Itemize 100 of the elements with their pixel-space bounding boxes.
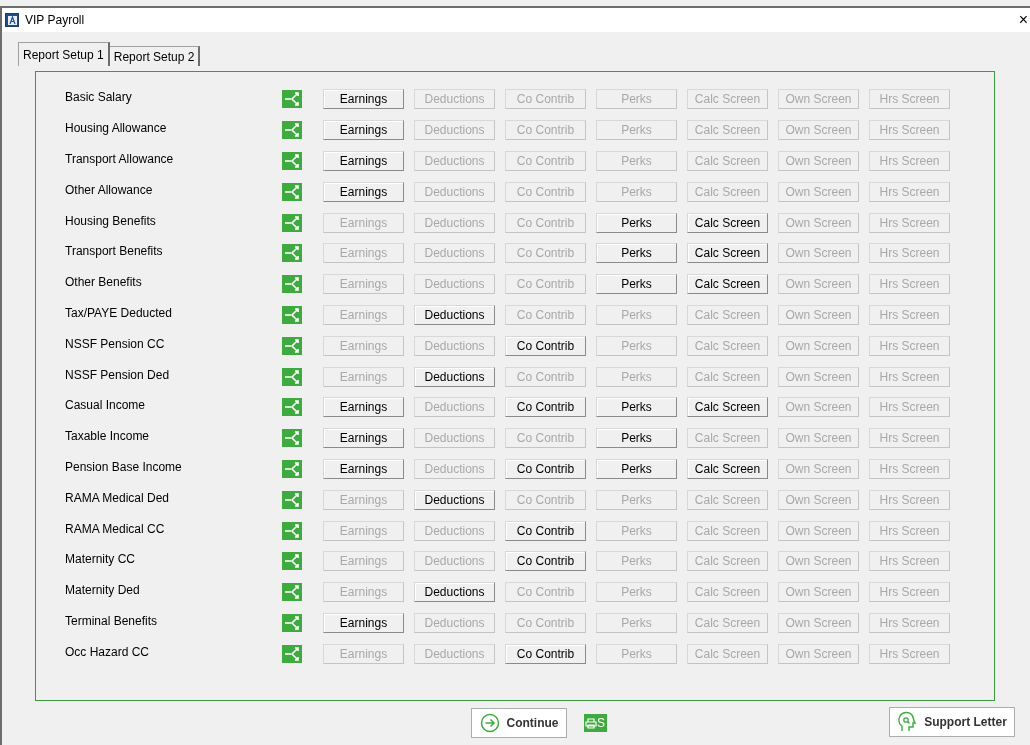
category-button[interactable]: Perks: [596, 520, 677, 541]
category-button[interactable]: Calc Screen: [687, 243, 768, 264]
category-button[interactable]: Earnings: [323, 151, 404, 171]
link-icon[interactable]: [282, 275, 302, 294]
category-button[interactable]: Deductions: [414, 397, 495, 418]
category-button[interactable]: Own Screen: [778, 181, 859, 202]
category-button[interactable]: Own Screen: [778, 89, 859, 110]
category-button[interactable]: Hrs Screen: [869, 366, 950, 387]
category-button[interactable]: Hrs Screen: [869, 212, 950, 233]
category-button[interactable]: Calc Screen: [687, 89, 768, 110]
category-button[interactable]: Hrs Screen: [869, 243, 950, 264]
category-button[interactable]: Perks: [596, 243, 677, 264]
tab[interactable]: Report Setup 1: [18, 42, 110, 66]
category-button[interactable]: Earnings: [323, 397, 404, 418]
category-button[interactable]: Perks: [596, 212, 677, 233]
link-icon[interactable]: [282, 305, 302, 324]
category-button[interactable]: Co Contrib: [505, 181, 586, 202]
category-button[interactable]: Own Screen: [778, 335, 859, 356]
category-button[interactable]: Deductions: [414, 181, 495, 202]
category-button[interactable]: Own Screen: [778, 274, 859, 295]
category-button[interactable]: Own Screen: [778, 304, 859, 325]
link-icon[interactable]: [282, 583, 302, 602]
category-button[interactable]: Earnings: [323, 181, 404, 202]
category-button[interactable]: Co Contrib: [505, 428, 586, 449]
category-button[interactable]: Perks: [596, 151, 677, 171]
category-button[interactable]: Deductions: [414, 643, 495, 664]
category-button[interactable]: Deductions: [414, 612, 495, 633]
category-button[interactable]: Perks: [596, 304, 677, 325]
category-button[interactable]: Calc Screen: [687, 151, 768, 171]
category-button[interactable]: Hrs Screen: [869, 151, 950, 171]
category-button[interactable]: Perks: [596, 643, 677, 664]
category-button[interactable]: Perks: [596, 366, 677, 387]
category-button[interactable]: Co Contrib: [505, 582, 586, 603]
category-button[interactable]: Deductions: [414, 458, 495, 479]
link-icon[interactable]: [282, 644, 302, 663]
category-button[interactable]: Co Contrib: [505, 366, 586, 387]
category-button[interactable]: Deductions: [414, 551, 495, 572]
print-button[interactable]: S: [584, 714, 607, 732]
category-button[interactable]: Hrs Screen: [869, 520, 950, 541]
category-button[interactable]: Deductions: [414, 274, 495, 295]
support-letter-button[interactable]: Support Letter: [889, 706, 1015, 737]
category-button[interactable]: Hrs Screen: [869, 181, 950, 202]
category-button[interactable]: Earnings: [323, 89, 404, 110]
category-button[interactable]: Calc Screen: [687, 428, 768, 449]
category-button[interactable]: Own Screen: [778, 428, 859, 449]
category-button[interactable]: Deductions: [414, 428, 495, 449]
link-icon[interactable]: [282, 490, 302, 509]
link-icon[interactable]: [282, 244, 302, 263]
link-icon[interactable]: [282, 182, 302, 201]
category-button[interactable]: Calc Screen: [687, 304, 768, 325]
category-button[interactable]: Co Contrib: [505, 489, 586, 510]
category-button[interactable]: Earnings: [323, 212, 404, 233]
category-button[interactable]: Co Contrib: [505, 304, 586, 325]
link-icon[interactable]: [282, 152, 302, 170]
category-button[interactable]: Co Contrib: [505, 551, 586, 572]
link-icon[interactable]: [282, 552, 302, 571]
link-icon[interactable]: [282, 429, 302, 448]
category-button[interactable]: Deductions: [414, 304, 495, 325]
category-button[interactable]: Own Screen: [778, 582, 859, 603]
category-button[interactable]: Calc Screen: [687, 582, 768, 603]
category-button[interactable]: Perks: [596, 428, 677, 449]
category-button[interactable]: Hrs Screen: [869, 304, 950, 325]
link-icon[interactable]: [282, 521, 302, 540]
category-button[interactable]: Perks: [596, 582, 677, 603]
category-button[interactable]: Co Contrib: [505, 458, 586, 479]
category-button[interactable]: Deductions: [414, 335, 495, 356]
category-button[interactable]: Earnings: [323, 520, 404, 541]
category-button[interactable]: Deductions: [414, 520, 495, 541]
category-button[interactable]: Deductions: [414, 212, 495, 233]
link-icon[interactable]: [282, 213, 302, 232]
category-button[interactable]: Earnings: [323, 243, 404, 264]
category-button[interactable]: Calc Screen: [687, 120, 768, 141]
category-button[interactable]: Co Contrib: [505, 212, 586, 233]
category-button[interactable]: Hrs Screen: [869, 120, 950, 141]
category-button[interactable]: Perks: [596, 120, 677, 141]
category-button[interactable]: Deductions: [414, 151, 495, 171]
category-button[interactable]: Earnings: [323, 428, 404, 449]
category-button[interactable]: Co Contrib: [505, 243, 586, 264]
category-button[interactable]: Calc Screen: [687, 612, 768, 633]
category-button[interactable]: Hrs Screen: [869, 643, 950, 664]
link-icon[interactable]: [282, 90, 302, 109]
category-button[interactable]: Co Contrib: [505, 643, 586, 664]
category-button[interactable]: Calc Screen: [687, 181, 768, 202]
category-button[interactable]: Co Contrib: [505, 120, 586, 141]
category-button[interactable]: Own Screen: [778, 151, 859, 171]
category-button[interactable]: Perks: [596, 489, 677, 510]
category-button[interactable]: Perks: [596, 274, 677, 295]
category-button[interactable]: Hrs Screen: [869, 489, 950, 510]
category-button[interactable]: Own Screen: [778, 520, 859, 541]
link-icon[interactable]: [282, 367, 302, 386]
category-button[interactable]: Earnings: [323, 335, 404, 356]
category-button[interactable]: Perks: [596, 181, 677, 202]
category-button[interactable]: Earnings: [323, 489, 404, 510]
category-button[interactable]: Co Contrib: [505, 612, 586, 633]
category-button[interactable]: Deductions: [414, 120, 495, 141]
link-icon[interactable]: [282, 336, 302, 355]
category-button[interactable]: Own Screen: [778, 120, 859, 141]
category-button[interactable]: Deductions: [414, 89, 495, 110]
category-button[interactable]: Co Contrib: [505, 397, 586, 418]
category-button[interactable]: Co Contrib: [505, 520, 586, 541]
